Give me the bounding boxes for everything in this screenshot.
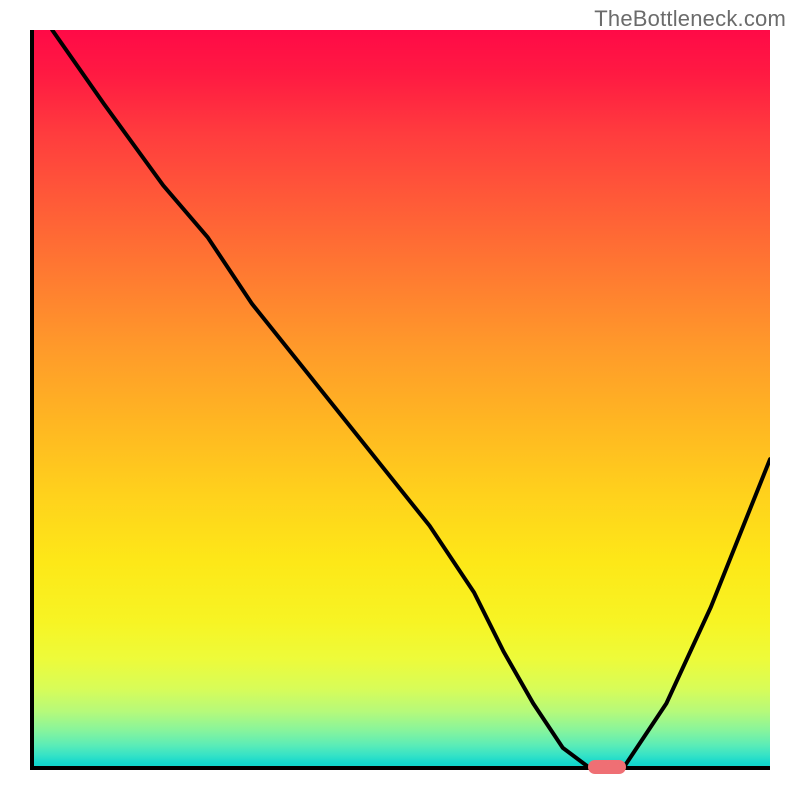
chart-container: TheBottleneck.com	[0, 0, 800, 800]
watermark-text: TheBottleneck.com	[594, 6, 786, 32]
y-axis	[30, 30, 34, 770]
optimal-marker	[588, 760, 626, 774]
x-axis	[30, 766, 770, 770]
plot-area	[30, 30, 770, 770]
curve-path	[52, 30, 770, 770]
bottleneck-curve	[30, 30, 770, 770]
